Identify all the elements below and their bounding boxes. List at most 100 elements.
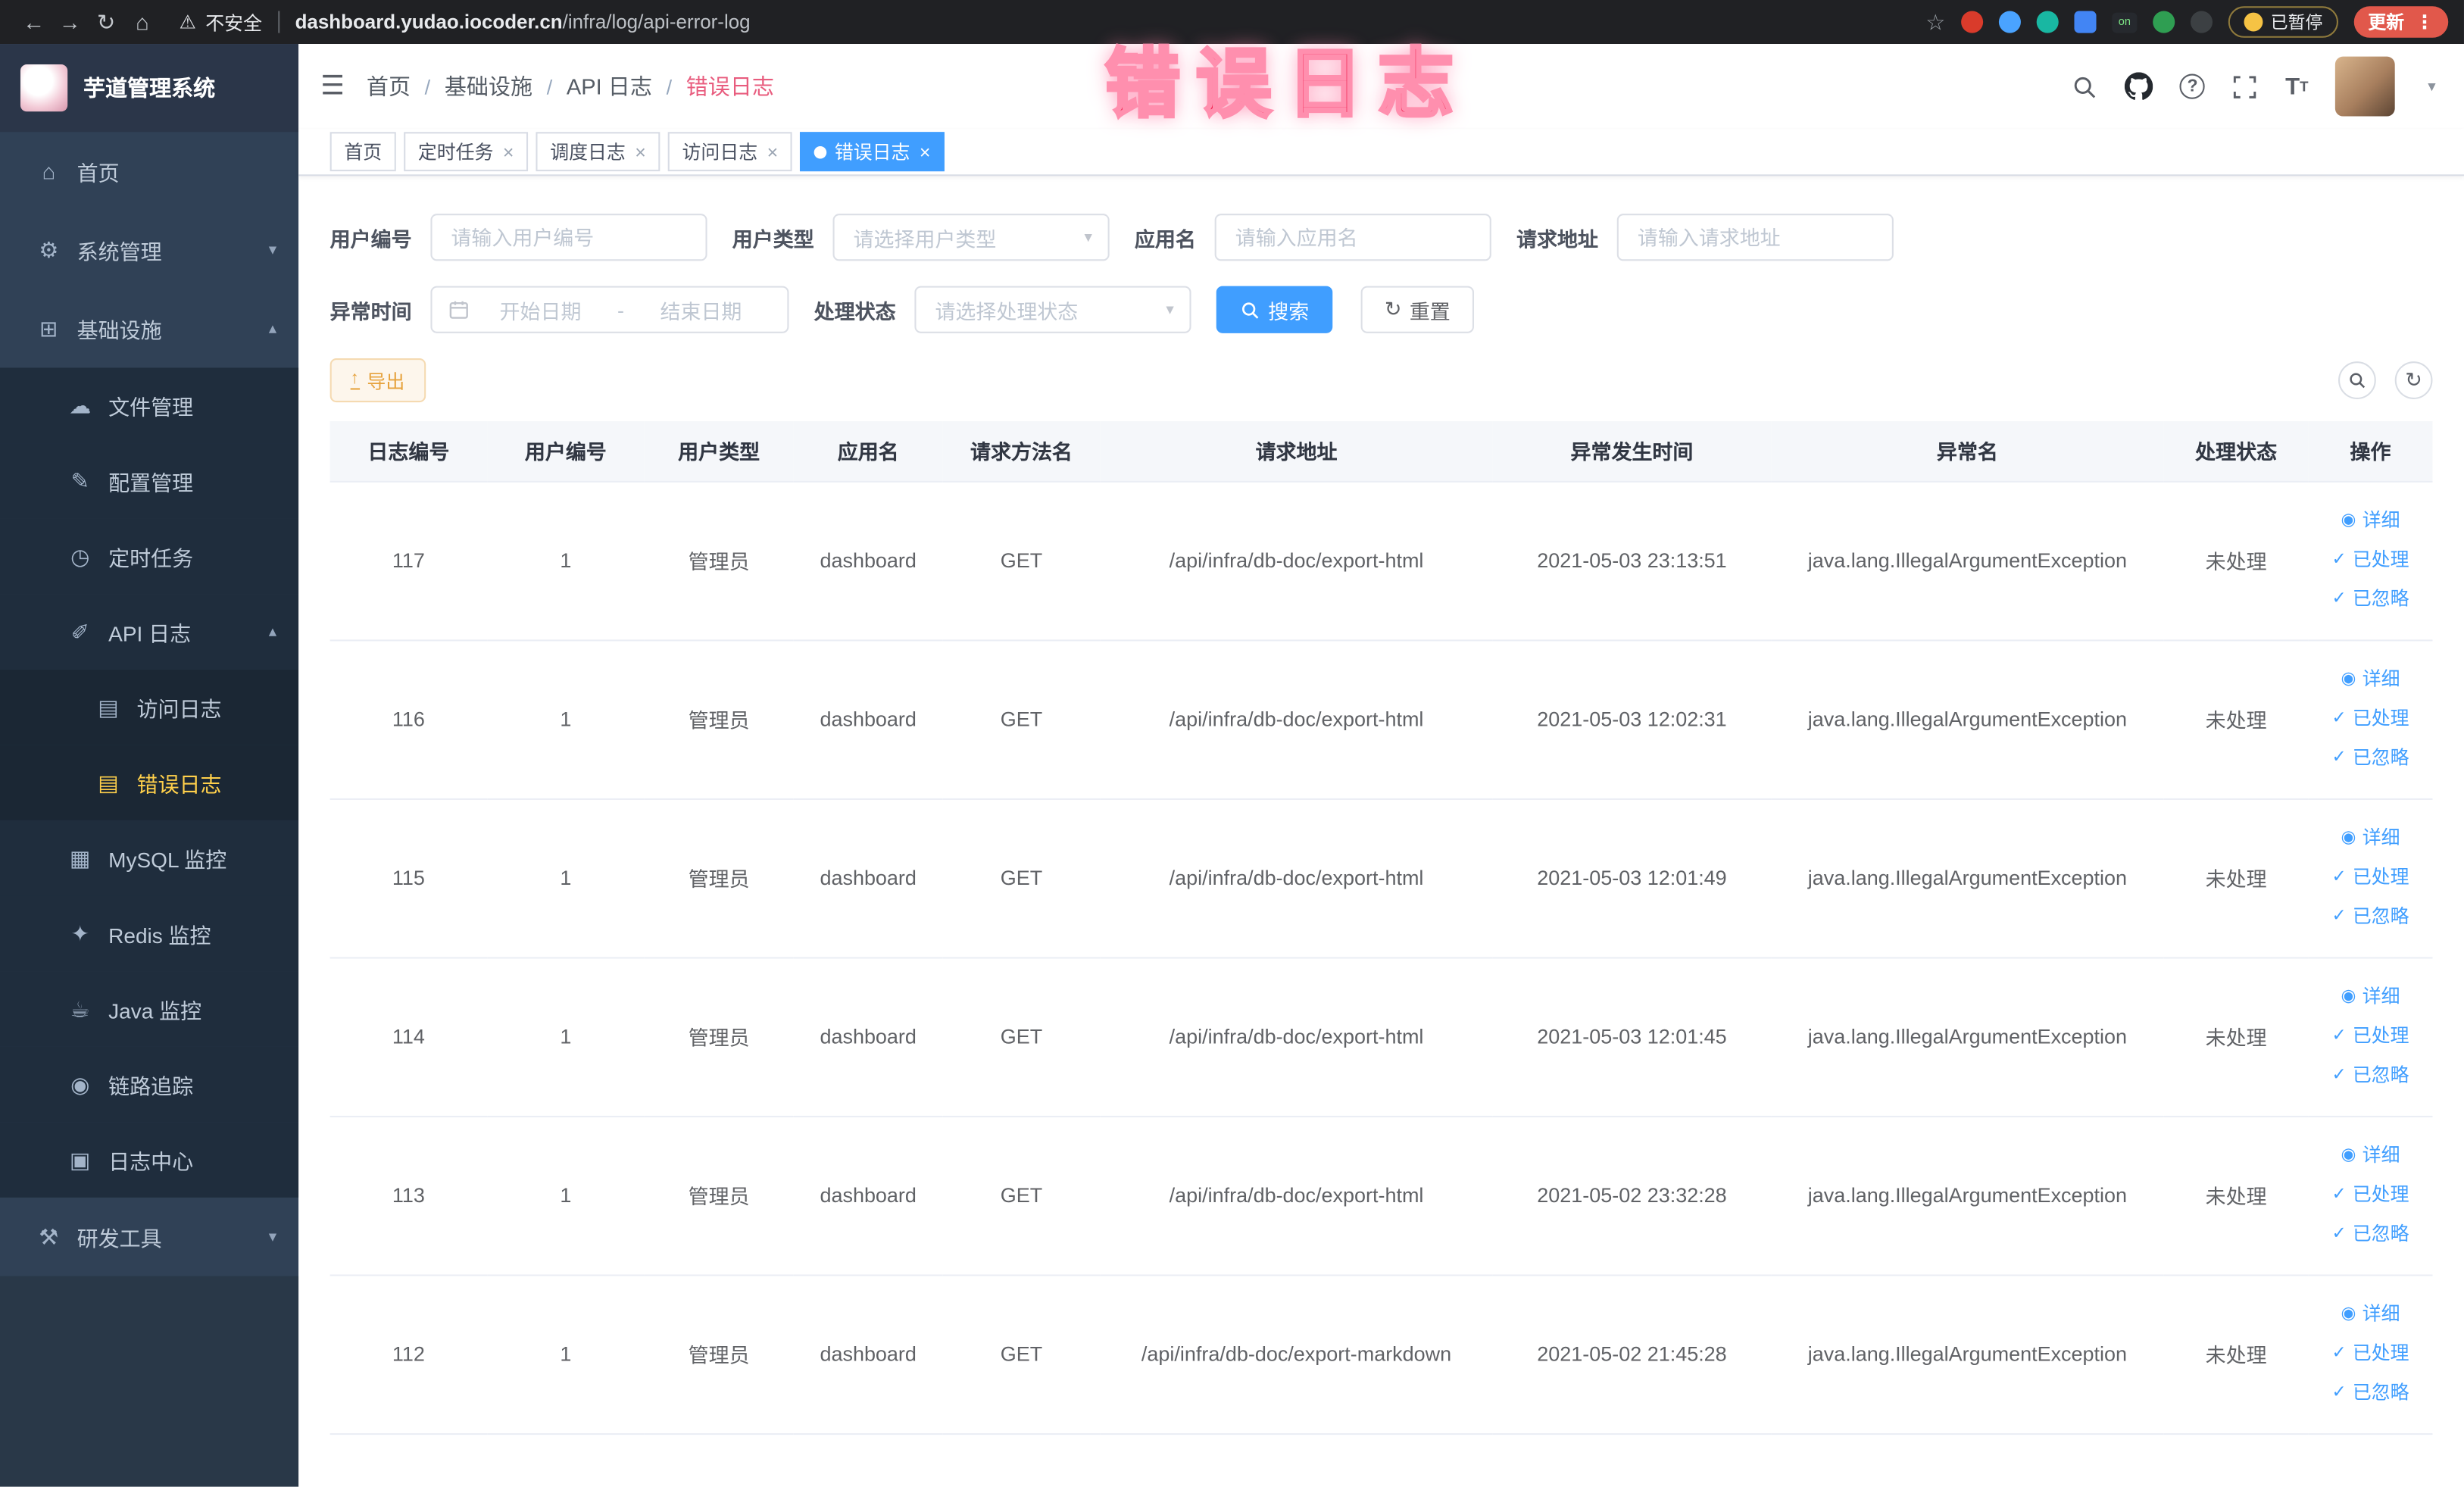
sidebar-item-java-monitor[interactable]: ☕ Java 监控 [0,971,299,1047]
ignored-link[interactable]: ✓ 已忽略 [2315,580,2426,620]
sidebar-item-dev-tools[interactable]: ⚒ 研发工具 ▾ [0,1198,298,1276]
processed-link[interactable]: ✓ 已处理 [2315,1176,2426,1215]
cell-app: dashboard [793,798,943,958]
processed-link[interactable]: ✓ 已处理 [2315,1017,2426,1056]
ignored-link[interactable]: ✓ 已忽略 [2315,1215,2426,1254]
sidebar-item-home[interactable]: ⌂ 首页 [0,132,298,211]
request-url-input[interactable] [1616,214,1894,261]
close-icon[interactable]: × [920,141,931,163]
extension-icon-red[interactable] [1961,11,1984,33]
cell-app: dashboard [793,639,943,799]
sidebar-item-config-management[interactable]: ✎ 配置管理 [0,443,299,519]
forward-icon[interactable]: → [52,9,88,34]
sidebar-item-error-log[interactable]: ▤ 错误日志 [0,745,299,820]
github-icon[interactable] [2125,72,2153,100]
sidebar-item-scheduled-tasks[interactable]: ◷ 定时任务 [0,518,299,595]
cell-user-id: 1 [487,798,645,958]
col-method: 请求方法名 [942,420,1101,482]
sidebar-item-log-center[interactable]: ▣ 日志中心 [0,1122,299,1198]
address-bar[interactable]: dashboard.yudao.iocoder.cn/infra/log/api… [295,11,751,33]
tab-error-log[interactable]: 错误日志 × [800,132,945,172]
export-button[interactable]: ↑ 导出 [329,358,426,403]
sidebar-item-mysql-monitor[interactable]: ▦ MySQL 监控 [0,820,299,896]
detail-link[interactable]: ◉ 详细 [2315,977,2426,1017]
cell-status: 未处理 [2163,957,2309,1117]
font-size-icon[interactable]: TT [2285,73,2308,99]
cell-url: /api/infra/db-doc/export-html [1100,480,1493,641]
close-icon[interactable]: × [635,141,646,163]
cell-time: 2021-05-03 23:13:51 [1492,480,1772,641]
hamburger-icon[interactable]: ☰ [320,70,345,102]
extension-icon-leaf[interactable] [2153,11,2175,33]
search-icon[interactable] [2072,73,2098,99]
cell-actions: ◉ 详细 ✓ 已处理 ✓ 已忽略 [2308,639,2433,799]
sidebar-item-redis-monitor[interactable]: ✦ Redis 监控 [0,895,299,972]
processed-link[interactable]: ✓ 已处理 [2315,541,2426,580]
reload-icon[interactable]: ↻ [88,8,124,35]
avatar[interactable] [2334,56,2395,117]
exception-time-range-picker[interactable]: 开始日期 - 结束日期 [430,286,789,333]
filter-user-type: 用户类型 请选择用户类型 ▾ [732,214,1110,261]
toggle-search-button[interactable] [2338,361,2376,399]
processed-link[interactable]: ✓ 已处理 [2315,699,2426,739]
extension-icon-teal[interactable] [2036,11,2059,33]
detail-link[interactable]: ◉ 详细 [2315,1136,2426,1176]
extension-icon-paw[interactable] [2190,11,2213,33]
ignored-link[interactable]: ✓ 已忽略 [2315,898,2426,937]
update-button[interactable]: 更新 ⋮ [2353,6,2449,38]
logo-image [20,64,68,112]
cell-url: /api/infra/db-doc/export-html [1100,798,1493,958]
detail-link[interactable]: ◉ 详细 [2315,660,2426,699]
security-label: 不安全 [205,11,263,34]
paused-badge[interactable]: 已暂停 [2228,6,2339,38]
close-icon[interactable]: × [503,141,514,163]
user-id-input[interactable] [430,214,707,261]
sidebar-item-infrastructure[interactable]: ⊞ 基础设施 ▴ [0,289,298,368]
eye-icon: ◉ [2341,1304,2356,1323]
tab-home[interactable]: 首页 [329,132,396,172]
back-icon[interactable]: ← [16,9,52,34]
extension-icon-grid[interactable] [2074,11,2097,33]
sidebar-item-access-log[interactable]: ▤ 访问日志 [0,669,299,745]
infrastructure-icon: ⊞ [39,314,58,341]
tab-scheduled-tasks[interactable]: 定时任务 × [404,132,529,172]
ignored-link[interactable]: ✓ 已忽略 [2315,1373,2426,1413]
extension-icon-on[interactable]: on [2112,11,2138,33]
sidebar-item-api-log[interactable]: ✐ API 日志 ▴ [0,594,299,670]
ignored-link[interactable]: ✓ 已忽略 [2315,1056,2426,1095]
breadcrumb-infrastructure[interactable]: 基础设施 [445,70,532,102]
close-icon[interactable]: × [767,141,779,163]
java-icon: ☕ [70,995,90,1021]
bookmark-star-icon[interactable]: ☆ [1925,8,1945,35]
extension-icon-blue-drop[interactable] [1998,11,2021,33]
app-name-input[interactable] [1214,214,1491,261]
active-dot [814,145,827,158]
chevron-down-icon[interactable]: ▾ [2428,78,2435,95]
breadcrumb-api-log[interactable]: API 日志 [567,70,652,102]
check-icon: ✓ [2331,748,2347,767]
reset-button[interactable]: ↻ 重置 [1360,286,1474,333]
tab-access-log[interactable]: 访问日志 × [667,132,792,172]
processed-link[interactable]: ✓ 已处理 [2315,858,2426,898]
breadcrumb-separator: / [546,74,553,98]
cell-method: GET [942,480,1101,641]
tab-dispatch-log[interactable]: 调度日志 × [536,132,661,172]
detail-link[interactable]: ◉ 详细 [2315,819,2426,858]
ignored-link[interactable]: ✓ 已忽略 [2315,739,2426,778]
process-status-select[interactable]: 请选择处理状态 ▾ [914,286,1191,333]
search-button[interactable]: 搜索 [1216,286,1333,333]
breadcrumb-home[interactable]: 首页 [367,70,411,102]
refresh-table-button[interactable]: ↻ [2394,361,2433,399]
sidebar-item-trace[interactable]: ◉ 链路追踪 [0,1046,299,1123]
eye-icon: ◉ [2341,986,2356,1006]
processed-link[interactable]: ✓ 已处理 [2315,1334,2426,1373]
home-icon[interactable]: ⌂ [124,9,161,34]
sidebar-item-system[interactable]: ⚙ 系统管理 ▾ [0,211,298,289]
detail-link[interactable]: ◉ 详细 [2315,1295,2426,1334]
help-icon[interactable]: ? [2180,73,2206,99]
fullscreen-icon[interactable] [2232,73,2259,99]
user-type-select[interactable]: 请选择用户类型 ▾ [832,214,1110,261]
sidebar-item-file-management[interactable]: ☁ 文件管理 [0,367,299,444]
security-chip[interactable]: ⚠ 不安全 [180,8,262,35]
detail-link[interactable]: ◉ 详细 [2315,501,2426,541]
